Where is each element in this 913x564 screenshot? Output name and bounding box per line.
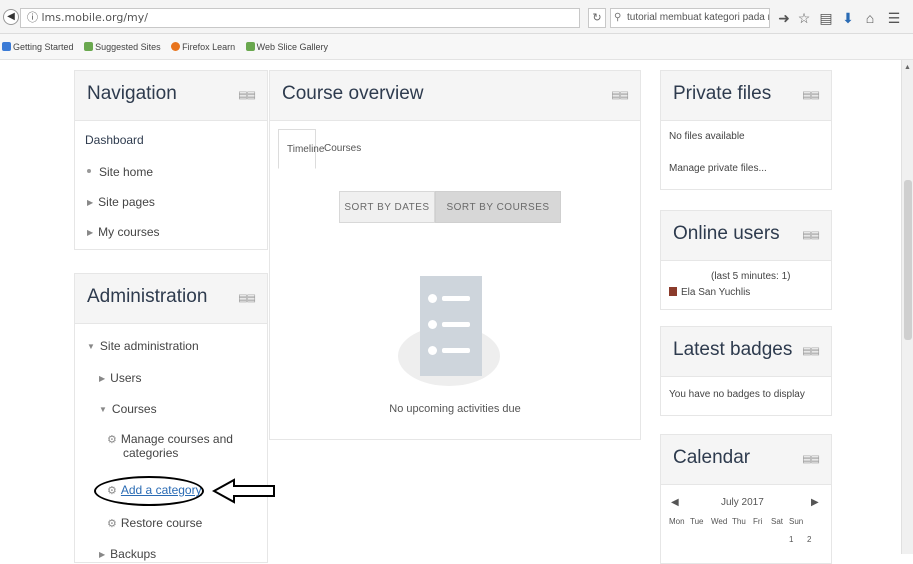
online-users-block: Online users ▤▤ (last 5 minutes: 1) Ela … (660, 210, 832, 310)
expand-arrow-icon: ▶ (99, 374, 106, 383)
course-overview-header: Course overview ▤▤ (270, 71, 640, 121)
nav-manage-courses[interactable]: ⚙ Manage courses and categories (107, 433, 233, 460)
course-overview-block: Course overview ▤▤ Timeline Courses SORT… (269, 70, 641, 440)
bookmark-firefox-learn[interactable]: Firefox Learn (171, 42, 239, 52)
course-overview-title: Course overview (282, 83, 424, 104)
back-icon[interactable]: ◀ (3, 9, 19, 25)
block-collapse-icon[interactable]: ▤▤ (611, 90, 629, 101)
administration-header: Administration ▤▤ (75, 274, 267, 324)
calendar-next-icon[interactable]: ▶ (811, 497, 819, 508)
tab-courses[interactable]: Courses (316, 129, 369, 169)
nav-restore-course[interactable]: ⚙ Restore course (107, 516, 202, 530)
private-files-block: Private files ▤▤ No files available Mana… (660, 70, 832, 190)
nav-backups[interactable]: ▶ Backups (99, 547, 156, 561)
page-scrollbar[interactable]: ▲ (901, 60, 913, 554)
info-icon: ⓘ (27, 11, 42, 24)
bookmark-icon (245, 42, 255, 51)
bullet-icon (87, 169, 91, 173)
sort-button-group: SORT BY DATES SORT BY COURSES (339, 191, 561, 223)
navigation-title: Navigation (87, 83, 177, 104)
bookmark-icon (84, 42, 94, 51)
calendar-day[interactable]: 2 (807, 535, 825, 544)
block-collapse-icon[interactable]: ▤▤ (802, 230, 820, 241)
browser-search-text: tutorial membuat kategori pada moodle (627, 12, 769, 23)
latest-badges-title: Latest badges (673, 339, 793, 360)
bookmark-getting-started[interactable]: Getting Started (2, 42, 78, 52)
nav-site-home[interactable]: Site home (87, 165, 153, 179)
block-collapse-icon[interactable]: ▤▤ (238, 293, 256, 304)
home-icon[interactable]: ⌂ (862, 10, 878, 26)
search-go-icon[interactable]: ➜ (776, 10, 792, 26)
overview-tabs: Timeline Courses (278, 129, 373, 169)
tab-timeline[interactable]: Timeline (278, 129, 324, 169)
collapse-arrow-icon: ▼ (87, 342, 95, 351)
latest-badges-header: Latest badges ▤▤ (661, 327, 831, 377)
online-user-entry[interactable]: Ela San Yuchlis (669, 287, 750, 298)
empty-timeline-illustration (394, 276, 504, 391)
address-bar[interactable]: ⓘ lms.mobile.org/my/ (20, 8, 580, 28)
private-files-header: Private files ▤▤ (661, 71, 831, 121)
expand-arrow-icon: ▶ (99, 550, 106, 559)
calendar-block: Calendar ▤▤ ◀ July 2017 ▶ Mon Tue Wed Thu Fr… (660, 434, 832, 564)
pointer-arrow-icon (212, 478, 275, 504)
block-collapse-icon[interactable]: ▤▤ (802, 346, 820, 357)
block-collapse-icon[interactable]: ▤▤ (802, 454, 820, 465)
online-users-count: (last 5 minutes: 1) (711, 271, 791, 282)
nav-dashboard[interactable]: Dashboard (85, 133, 144, 147)
bookmark-icon (2, 42, 11, 51)
sort-by-courses-button[interactable]: SORT BY COURSES (435, 191, 561, 223)
block-collapse-icon[interactable]: ▤▤ (238, 90, 256, 101)
nav-users[interactable]: ▶ Users (99, 371, 142, 385)
url-text: lms.mobile.org/my/ (41, 11, 148, 24)
bookmarks-bar: Getting Started Suggested Sites Firefox … (0, 34, 913, 60)
gear-icon: ⚙ (107, 518, 117, 530)
empty-message: No upcoming activities due (389, 403, 521, 415)
calendar-prev-icon[interactable]: ◀ (671, 497, 679, 508)
browser-search-input[interactable]: ⚲ tutorial membuat kategori pada moodle (610, 8, 770, 28)
reading-list-icon[interactable]: ▤ (818, 10, 834, 26)
expand-arrow-icon: ▶ (87, 198, 94, 207)
online-users-title: Online users (673, 223, 780, 244)
online-users-header: Online users ▤▤ (661, 211, 831, 261)
navigation-block: Navigation ▤▤ Dashboard Site home ▶ Site … (74, 70, 268, 250)
calendar-title: Calendar (673, 447, 751, 468)
browser-toolbar: ◀ ⓘ lms.mobile.org/my/ ↻ ⚲ tutorial memb… (0, 0, 913, 34)
reload-icon[interactable]: ↻ (588, 8, 606, 28)
latest-badges-block: Latest badges ▤▤ You have no badges to d… (660, 326, 832, 416)
private-files-title: Private files (673, 83, 772, 104)
checklist-icon (420, 276, 482, 376)
menu-icon[interactable]: ☰ (886, 10, 902, 26)
navigation-header: Navigation ▤▤ (75, 71, 267, 121)
scroll-up-icon[interactable]: ▲ (904, 64, 911, 71)
expand-arrow-icon: ▶ (87, 228, 94, 237)
firefox-icon (171, 42, 181, 51)
moodle-page: Navigation ▤▤ Dashboard Site home ▶ Site … (0, 60, 913, 564)
calendar-first-row: 12 (789, 535, 825, 544)
calendar-month: July 2017 (721, 497, 764, 508)
nav-site-administration[interactable]: ▼ Site administration (87, 339, 199, 353)
star-icon[interactable]: ☆ (796, 10, 812, 26)
collapse-arrow-icon: ▼ (99, 405, 107, 414)
calendar-weekdays: Mon Tue Wed Thu Fri Sat Sun (669, 517, 804, 526)
administration-block: Administration ▤▤ ▼ Site administration ▶… (74, 273, 268, 563)
bookmark-web-slice-gallery[interactable]: Web Slice Gallery (245, 42, 332, 52)
scroll-thumb[interactable] (904, 180, 912, 340)
sort-by-dates-button[interactable]: SORT BY DATES (339, 191, 435, 223)
calendar-header: Calendar ▤▤ (661, 435, 831, 485)
nav-courses[interactable]: ▼ Courses (99, 402, 157, 416)
block-collapse-icon[interactable]: ▤▤ (802, 90, 820, 101)
bookmark-suggested-sites[interactable]: Suggested Sites (84, 42, 165, 52)
user-avatar (669, 287, 677, 296)
search-icon: ⚲ (614, 12, 622, 23)
nav-my-courses[interactable]: ▶ My courses (87, 225, 160, 239)
no-files-text: No files available (669, 131, 745, 142)
download-icon[interactable]: ⬇ (840, 10, 856, 26)
administration-title: Administration (87, 286, 208, 307)
no-badges-text: You have no badges to display (669, 389, 805, 400)
highlight-ellipse (94, 476, 204, 506)
nav-site-pages[interactable]: ▶ Site pages (87, 195, 155, 209)
manage-private-files-link[interactable]: Manage private files... (669, 163, 767, 174)
calendar-day[interactable]: 1 (789, 535, 807, 544)
